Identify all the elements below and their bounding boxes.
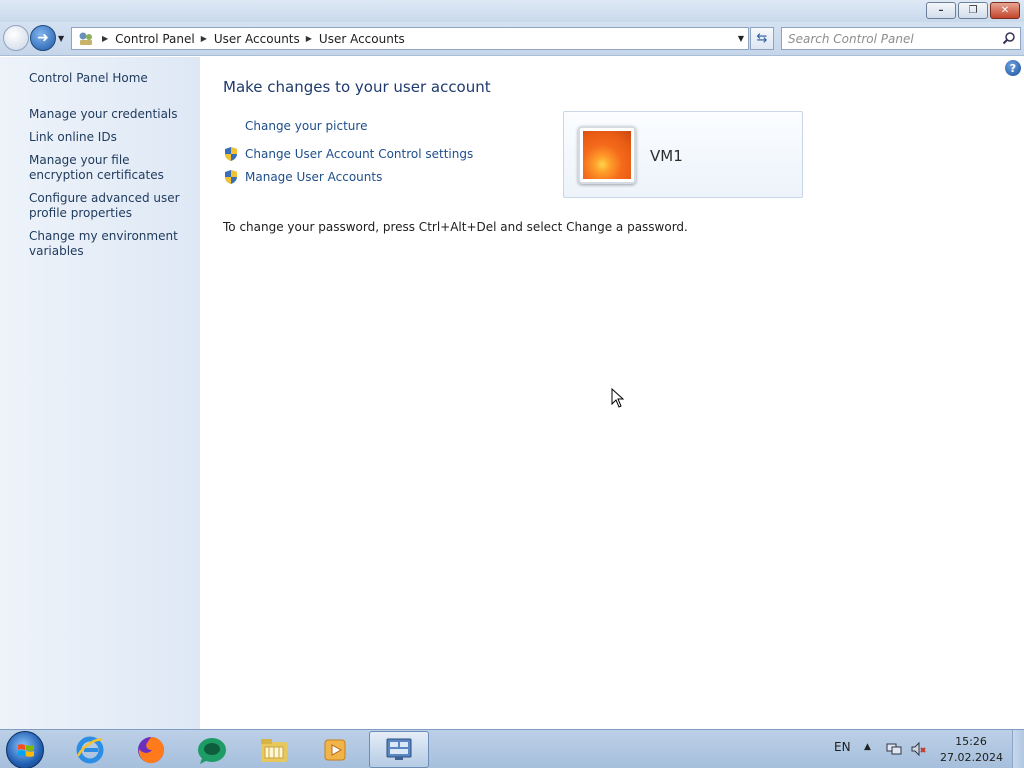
language-indicator[interactable]: EN: [834, 740, 851, 754]
search-input[interactable]: [782, 28, 992, 49]
search-box[interactable]: [781, 27, 1021, 50]
back-button[interactable]: [3, 25, 29, 51]
arrow-right-icon: ➜: [37, 30, 49, 46]
change-picture-link[interactable]: Change your picture: [245, 119, 367, 133]
sidebar-link-advanced-profile[interactable]: Configure advanced user profile properti…: [29, 191, 194, 221]
taskbar: EN ▲ 15:26 27.02.2024: [0, 729, 1024, 768]
control-panel-icon: [386, 738, 412, 760]
control-panel-home-link[interactable]: Control Panel Home: [29, 71, 148, 85]
breadcrumb-control-panel[interactable]: Control Panel: [115, 32, 195, 46]
clock[interactable]: 15:26 27.02.2024: [940, 734, 1003, 766]
breadcrumb-user-accounts-current[interactable]: User Accounts: [319, 32, 405, 46]
breadcrumb-separator-icon[interactable]: ▶: [201, 34, 207, 43]
minimize-button[interactable]: –: [926, 2, 956, 19]
window-controls: – ❐ ✕: [926, 2, 1020, 19]
task-pane: Control Panel Home Manage your credentia…: [0, 57, 200, 729]
control-panel-taskbar-button[interactable]: [369, 731, 429, 768]
clock-date: 27.02.2024: [940, 751, 1003, 764]
sidebar-link-online-ids[interactable]: Link online IDs: [29, 130, 194, 145]
minimize-icon: –: [938, 4, 944, 16]
windows-logo-icon: [18, 744, 34, 757]
sidebar-link-encryption-certificates[interactable]: Manage your file encryption certificates: [29, 153, 194, 183]
task-links: Manage your credentials Link online IDs …: [29, 107, 194, 267]
start-button[interactable]: [6, 731, 44, 768]
show-desktop-button[interactable]: [1012, 730, 1024, 768]
mouse-cursor-icon: [611, 387, 625, 411]
user-account-card: VM1: [563, 111, 803, 198]
recent-pages-dropdown[interactable]: ▼: [58, 34, 64, 43]
network-icon[interactable]: [886, 741, 902, 757]
manage-accounts-task[interactable]: Manage User Accounts: [223, 169, 382, 185]
close-button[interactable]: ✕: [990, 2, 1020, 19]
clock-time: 15:26: [955, 735, 987, 748]
address-dropdown-button[interactable]: ▼: [738, 34, 744, 43]
flower-picture-icon: [583, 131, 631, 179]
windows-explorer-icon[interactable]: [246, 731, 302, 768]
close-icon: ✕: [1000, 4, 1010, 16]
app-green-icon[interactable]: [184, 731, 240, 768]
breadcrumb-user-accounts[interactable]: User Accounts: [214, 32, 300, 46]
sidebar-link-manage-credentials[interactable]: Manage your credentials: [29, 107, 194, 122]
account-name: VM1: [650, 147, 683, 165]
breadcrumb-separator-icon[interactable]: ▶: [306, 34, 312, 43]
sidebar-link-environment-variables[interactable]: Change my environment variables: [29, 229, 194, 259]
refresh-button[interactable]: ⇆: [750, 27, 774, 50]
uac-settings-link[interactable]: Change User Account Control settings: [245, 147, 473, 161]
control-panel-icon: [76, 31, 96, 47]
search-icon[interactable]: [1002, 31, 1016, 48]
volume-muted-icon[interactable]: [910, 741, 926, 757]
manage-accounts-link[interactable]: Manage User Accounts: [245, 170, 382, 184]
avatar[interactable]: [578, 126, 636, 184]
navigation-bar: ➜ ▼ ▶ Control Panel ▶ User Accounts ▶ Us…: [0, 22, 1024, 56]
uac-settings-task[interactable]: Change User Account Control settings: [223, 146, 473, 162]
page-title: Make changes to your user account: [223, 78, 491, 96]
restore-button[interactable]: ❐: [958, 2, 988, 19]
restore-icon: ❐: [968, 4, 978, 16]
forward-button[interactable]: ➜: [30, 25, 56, 51]
uac-shield-icon: [223, 146, 239, 162]
uac-shield-icon: [223, 169, 239, 185]
password-note: To change your password, press Ctrl+Alt+…: [223, 220, 688, 234]
refresh-icon: ⇆: [756, 31, 768, 46]
show-hidden-icons-icon[interactable]: ▲: [864, 742, 871, 752]
help-icon[interactable]: ?: [1005, 60, 1021, 76]
breadcrumb-separator-icon: ▶: [102, 34, 109, 43]
internet-explorer-icon[interactable]: [62, 731, 118, 768]
address-bar[interactable]: ▶ Control Panel ▶ User Accounts ▶ User A…: [71, 27, 749, 50]
media-player-icon[interactable]: [307, 731, 363, 768]
title-bar: – ❐ ✕: [0, 0, 1024, 22]
firefox-icon[interactable]: [123, 731, 179, 768]
